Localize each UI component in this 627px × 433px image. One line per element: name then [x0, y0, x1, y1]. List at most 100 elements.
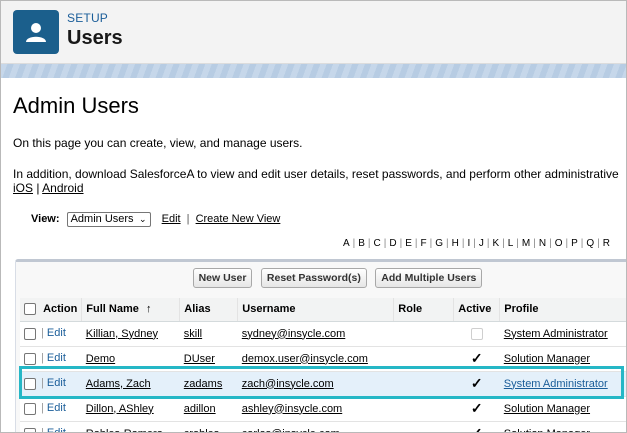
- alphabet-letter[interactable]: A: [343, 238, 350, 249]
- alphabet-letter[interactable]: E: [405, 238, 412, 249]
- alias-link[interactable]: DUser: [184, 353, 215, 365]
- row-edit-link[interactable]: Edit: [47, 327, 66, 339]
- column-role[interactable]: Role: [393, 298, 455, 322]
- full-name-link[interactable]: Killian, Sydney: [86, 328, 158, 340]
- full-name-link[interactable]: Dillon, AShley: [86, 403, 154, 415]
- action-separator: |: [38, 327, 44, 340]
- alphabet-letter[interactable]: P: [571, 238, 578, 249]
- table-row[interactable]: |Edit Robles-Romero crobles carlos@insycle.…: [20, 421, 626, 433]
- profile-link[interactable]: Solution Manager: [504, 428, 590, 433]
- alphabet-letter[interactable]: F: [421, 238, 427, 249]
- row-action-cell: |Edit: [20, 346, 82, 372]
- alphabet-separator: |: [461, 238, 465, 249]
- alphabet-letter[interactable]: N: [539, 238, 546, 249]
- column-active[interactable]: Active: [453, 298, 501, 322]
- table-row[interactable]: | Edit Killian, Sydney skill sydney@insycle.…: [20, 321, 626, 347]
- alphabet-letter[interactable]: R: [603, 238, 610, 249]
- active-check-icon: ✓: [470, 350, 483, 366]
- table-row[interactable]: | Edit Dillon, AShley adillon ashley@insycle…: [20, 396, 626, 422]
- alphabet-letter[interactable]: O: [555, 238, 563, 249]
- alias-link[interactable]: crobles: [184, 428, 219, 433]
- view-select[interactable]: Admin Users ⌄: [66, 212, 151, 227]
- alphabet-letter[interactable]: Q: [586, 238, 594, 249]
- column-action: Action: [20, 298, 83, 322]
- column-alias[interactable]: Alias: [179, 298, 239, 322]
- column-username[interactable]: Username: [237, 298, 395, 322]
- edit-view-link[interactable]: Edit: [162, 213, 181, 225]
- row-alias: crobles: [179, 421, 238, 433]
- alphabet-letter[interactable]: L: [508, 238, 514, 249]
- row-alias: adillon: [179, 396, 238, 422]
- username-link[interactable]: demox.user@insycle.com: [242, 353, 368, 365]
- reset-password-button[interactable]: Reset Password(s): [260, 268, 367, 288]
- user-icon: [13, 10, 59, 54]
- full-name-link[interactable]: Demo: [86, 353, 115, 365]
- ios-link[interactable]: iOS: [13, 181, 33, 195]
- row-active: ✓: [453, 396, 500, 422]
- link-separator: |: [36, 181, 40, 195]
- alphabet-letter[interactable]: H: [452, 238, 459, 249]
- row-checkbox[interactable]: [24, 352, 36, 365]
- alphabet-letter[interactable]: M: [522, 238, 530, 249]
- profile-link[interactable]: System Administrator: [504, 378, 608, 390]
- table-row[interactable]: | Edit Adams, Zach zadams zach@insycle.com ✓ S…: [20, 371, 626, 397]
- table-header-row: Action Full Name ↑ Alias Username Role A…: [20, 298, 626, 322]
- row-profile: Solution Manager: [499, 396, 626, 422]
- new-user-button[interactable]: New User: [192, 268, 253, 288]
- sort-ascending-icon: ↑: [145, 303, 152, 316]
- alphabet-letter[interactable]: D: [389, 238, 396, 249]
- username-link[interactable]: zach@insycle.com: [242, 378, 334, 390]
- full-name-link[interactable]: Adams, Zach: [86, 378, 151, 390]
- chevron-down-icon: ⌄: [139, 214, 147, 224]
- users-table: Action Full Name ↑ Alias Username Role A…: [20, 298, 626, 433]
- setup-header: SETUP Users: [1, 1, 626, 64]
- column-full-name-label: Full Name: [86, 303, 139, 316]
- alphabet-letter[interactable]: C: [374, 238, 381, 249]
- column-full-name[interactable]: Full Name ↑: [81, 298, 181, 322]
- row-edit-link[interactable]: Edit: [47, 402, 66, 414]
- row-full-name: Killian, Sydney: [81, 321, 180, 347]
- add-multiple-users-button[interactable]: Add Multiple Users: [375, 268, 483, 288]
- username-link[interactable]: carlos@insycle.com: [242, 428, 340, 433]
- column-profile[interactable]: Profile: [499, 298, 626, 322]
- action-separator: |: [38, 427, 44, 432]
- row-checkbox[interactable]: [24, 377, 36, 390]
- alias-link[interactable]: zadams: [184, 378, 223, 390]
- row-active: [453, 321, 500, 347]
- alphabet-letter[interactable]: K: [492, 238, 499, 249]
- alphabet-separator: |: [516, 238, 519, 249]
- alphabet-letter[interactable]: I: [467, 238, 470, 249]
- username-link[interactable]: ashley@insycle.com: [242, 403, 342, 415]
- view-link-separator: |: [186, 213, 190, 226]
- table-row[interactable]: | Edit Demo DUser demox.user@insycle.com ✓ Sol…: [20, 346, 626, 372]
- android-link[interactable]: Android: [42, 181, 83, 195]
- alphabet-letter[interactable]: G: [435, 238, 443, 249]
- row-edit-link[interactable]: Edit: [47, 377, 66, 389]
- row-full-name: Demo: [81, 346, 180, 372]
- row-checkbox[interactable]: [24, 427, 36, 432]
- alphabet-letter[interactable]: B: [358, 238, 365, 249]
- alphabet-separator: |: [597, 238, 600, 249]
- profile-link[interactable]: Solution Manager: [504, 353, 590, 365]
- row-username: zach@insycle.com: [237, 371, 394, 397]
- row-checkbox[interactable]: [24, 327, 36, 340]
- profile-link[interactable]: System Administrator: [504, 328, 608, 340]
- create-new-view-link[interactable]: Create New View: [196, 213, 281, 225]
- alphabet-separator: |: [352, 238, 356, 249]
- row-edit-link[interactable]: Edit: [47, 352, 66, 364]
- row-checkbox[interactable]: [24, 402, 36, 415]
- row-active: ✓: [453, 371, 500, 397]
- alphabet-separator: |: [414, 238, 418, 249]
- full-name-link[interactable]: Robles-Romero: [86, 428, 163, 433]
- active-check-icon: ✓: [470, 425, 483, 433]
- row-active: ✓: [453, 421, 500, 433]
- alphabet-letter[interactable]: J: [479, 238, 484, 249]
- row-edit-link[interactable]: Edit: [47, 427, 66, 432]
- select-all-checkbox[interactable]: [24, 303, 36, 316]
- action-separator: |: [38, 377, 44, 390]
- row-action-cell: |Edit: [20, 371, 82, 397]
- profile-link[interactable]: Solution Manager: [504, 403, 590, 415]
- alias-link[interactable]: skill: [184, 328, 202, 340]
- username-link[interactable]: sydney@insycle.com: [242, 328, 345, 340]
- alias-link[interactable]: adillon: [184, 403, 216, 415]
